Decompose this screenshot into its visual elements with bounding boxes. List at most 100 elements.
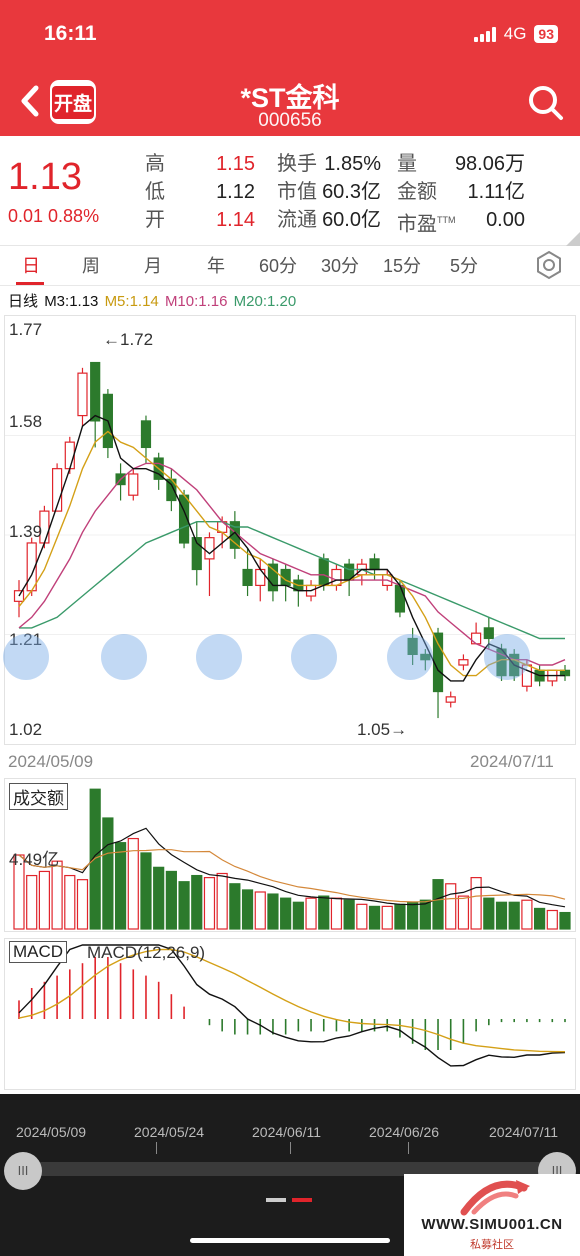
status-icons: 4G 93	[473, 24, 558, 44]
legend-m20: M20:1.20	[233, 293, 297, 310]
volume-bar	[178, 881, 190, 930]
legend-m5: M5:1.14	[104, 293, 159, 310]
chart-zoom-control[interactable]	[387, 634, 433, 680]
tab-year[interactable]: 年	[203, 252, 229, 278]
period-tabs: 日 周 月 年 60分 30分 15分 5分	[0, 246, 580, 286]
tab-15min[interactable]: 15分	[378, 252, 426, 278]
candle-body	[140, 420, 152, 449]
ma-legend: 日线 M3:1.13 M5:1.14 M10:1.16 M20:1.20	[8, 290, 298, 311]
stat-label-amount: 金额	[397, 181, 437, 203]
candle-body	[255, 568, 266, 587]
volume-bar	[330, 897, 343, 930]
candle-body	[559, 669, 571, 677]
nav-date-4: 2024/06/26	[369, 1124, 440, 1140]
nav-date-3: 2024/06/11	[252, 1124, 322, 1140]
volume-bar	[483, 897, 495, 930]
chart-zoom-control[interactable]	[291, 634, 337, 680]
nav-left-handle[interactable]: III	[4, 1152, 42, 1190]
candle-body	[267, 563, 279, 592]
ma3-line	[18, 414, 565, 682]
volume-bar	[368, 905, 381, 930]
volume-tag: 成交额	[9, 783, 68, 810]
ma5-line	[18, 430, 565, 677]
ma20-line	[19, 521, 565, 640]
tab-day[interactable]: 日	[18, 252, 44, 278]
current-price: 1.13	[8, 156, 82, 198]
pe-label-text: 市盈	[397, 213, 437, 236]
low-annotation-value: 1.05	[357, 720, 391, 739]
kline-svg	[5, 361, 575, 719]
stock-code: 000656	[258, 110, 322, 131]
tab-60min[interactable]: 60分	[254, 252, 302, 278]
tab-5min[interactable]: 5分	[444, 252, 484, 278]
macd-chart[interactable]: MACD MACD(12,26,9)	[4, 938, 576, 1090]
signal-icon	[473, 26, 496, 42]
stat-label-open: 开	[145, 209, 165, 231]
nav-date-5: 2024/07/11	[489, 1124, 559, 1140]
tab-active-indicator	[16, 282, 44, 285]
battery-icon: 93	[534, 25, 558, 43]
volume-bar	[318, 895, 330, 930]
tab-30min[interactable]: 30分	[316, 252, 364, 278]
stat-label-low: 低	[145, 181, 165, 203]
nav-tick	[408, 1142, 409, 1154]
volume-bar	[394, 903, 406, 930]
tab-month[interactable]: 月	[140, 252, 166, 278]
volume-chart[interactable]: 成交额 4.49亿	[4, 778, 576, 932]
kline-chart[interactable]: 1.77 1.58 1.39 1.21 1.02 ←1.72 1.05→	[3, 315, 576, 745]
stat-label-turnover: 换手	[277, 153, 317, 175]
volume-bar	[114, 842, 127, 930]
volume-bar	[241, 889, 254, 930]
stat-label-marketcap: 市值	[277, 181, 317, 203]
volume-bar	[165, 870, 177, 930]
volume-bar	[521, 899, 533, 930]
volume-bar	[51, 860, 63, 930]
legend-m10: M10:1.16	[164, 293, 228, 310]
search-icon[interactable]	[527, 84, 565, 122]
macd-line	[18, 944, 566, 1067]
tab-week[interactable]: 周	[78, 252, 104, 278]
y-tick-2: 1.58	[9, 412, 43, 431]
stat-value-marketcap: 60.3亿	[322, 181, 381, 203]
watermark-logo-icon	[460, 1180, 530, 1216]
candle-body	[77, 372, 88, 417]
status-time: 16:11	[44, 22, 97, 45]
volume-bar	[432, 879, 444, 930]
stat-label-float: 流通	[277, 209, 317, 231]
chart-zoom-control[interactable]	[196, 634, 242, 680]
chart-start-date: 2024/05/09	[8, 752, 94, 771]
volume-bar	[203, 877, 216, 930]
candle-body	[445, 696, 456, 703]
page-dot-active	[292, 1198, 312, 1202]
macd-params: MACD(12,26,9)	[87, 943, 206, 962]
page-indicator	[266, 1198, 312, 1202]
y-tick-3: 1.39	[9, 522, 43, 541]
chart-zoom-control[interactable]	[484, 634, 530, 680]
home-indicator[interactable]	[190, 1238, 390, 1243]
volume-bar	[407, 901, 419, 930]
volume-bar	[292, 901, 304, 930]
volume-bar	[26, 874, 38, 930]
app-header: 16:11 4G 93 开盘 *ST金科 000656	[0, 0, 580, 136]
settings-icon[interactable]	[534, 250, 564, 280]
volume-tick: 4.49亿	[9, 850, 60, 869]
watermark-sub: 私募社区	[470, 1239, 514, 1251]
stat-value-pe: 0.00	[486, 209, 525, 231]
chart-zoom-control[interactable]	[3, 634, 49, 680]
candle-body	[471, 632, 482, 645]
volume-bar	[305, 897, 317, 930]
stat-label-high: 高	[145, 153, 165, 175]
stat-value-open: 1.14	[216, 209, 255, 231]
high-annotation: ←1.72	[103, 330, 154, 349]
chart-zoom-control[interactable]	[101, 634, 147, 680]
nav-tick	[290, 1142, 291, 1154]
candle-body	[318, 558, 329, 587]
stat-value-volume: 98.06万	[454, 153, 525, 175]
candle-body	[204, 537, 215, 560]
stat-value-amount: 1.11亿	[467, 181, 525, 203]
volume-bar	[191, 874, 203, 930]
macd-line	[18, 948, 566, 1053]
volume-bar	[508, 901, 520, 930]
volume-bar	[495, 901, 508, 930]
volume-bar	[280, 897, 292, 930]
